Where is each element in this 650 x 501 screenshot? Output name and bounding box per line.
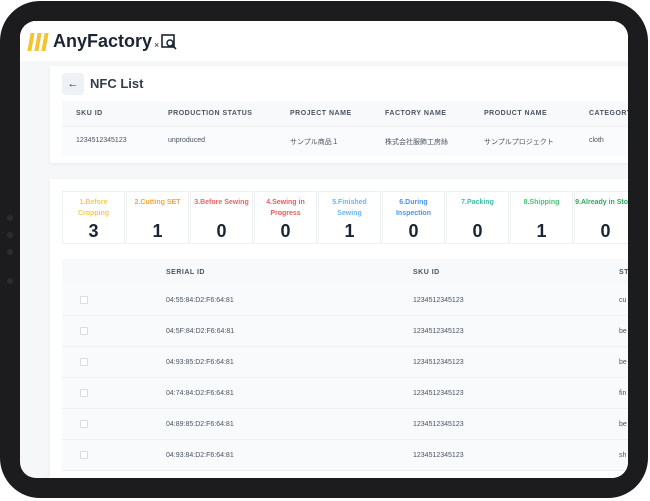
sku-cell: サンプルプロジェクト: [484, 139, 554, 146]
status: fin: [619, 390, 627, 397]
tablet-frame: AnyFactory × ← NFC List SKU ID 1234512345…: [0, 1, 648, 498]
sku-cell: unproduced: [168, 137, 205, 144]
status-label: 5.Finished Sewing: [332, 199, 367, 217]
row-checkbox[interactable]: [80, 420, 88, 428]
status-count: 0: [472, 221, 483, 241]
serial-id: 04:93:84:D2:F6:64:81: [166, 452, 234, 459]
status: be: [619, 328, 627, 335]
sku-col-header[interactable]: FACTORY NAME: [385, 110, 447, 117]
status-count: 1: [344, 221, 355, 241]
row-checkbox[interactable]: [80, 451, 88, 459]
brand-suffix: ×: [154, 39, 160, 50]
row-checkbox[interactable]: [80, 296, 88, 304]
status: be: [619, 421, 627, 428]
serial-id: 04:93:85:D2:F6:64:81: [166, 359, 234, 366]
camera-dot: [7, 278, 13, 284]
status: sh: [619, 452, 627, 459]
sku-id: 1234512345123: [413, 452, 464, 459]
table-row[interactable]: 04:93:85:D2:F6:64:81 1234512345123 be: [62, 347, 628, 378]
status-card[interactable]: 1.Before Cropping 3: [62, 191, 125, 244]
app-header: AnyFactory ×: [20, 21, 628, 61]
status-card[interactable]: 9.Already in Stock 0: [574, 191, 628, 244]
status-count: 1: [152, 221, 163, 241]
page-title: NFC List: [90, 76, 144, 91]
col-sku-id[interactable]: SKU ID: [413, 269, 440, 276]
sku-col-header[interactable]: PRODUCT NAME: [484, 110, 547, 117]
sku-id: 1234512345123: [413, 421, 464, 428]
serial-id: 04:55:84:D2:F6:64:81: [166, 297, 234, 304]
sku-col-header[interactable]: PRODUCTION STATUS: [168, 110, 252, 117]
camera-dot: [7, 232, 13, 238]
sku-cell: 1234512345123: [76, 137, 127, 144]
status-card[interactable]: 5.Finished Sewing 1: [318, 191, 381, 244]
arrow-left-icon: ←: [67, 78, 79, 90]
logo[interactable]: AnyFactory ×: [27, 31, 177, 52]
sku-cell: サンプル商品１: [290, 139, 339, 146]
camera-dot: [7, 249, 13, 255]
status-count: 0: [216, 221, 227, 241]
status-card[interactable]: 7.Packing 0: [446, 191, 509, 244]
sku-col-header[interactable]: PROJECT NAME: [290, 110, 352, 117]
table-row[interactable]: 04:89:85:D2:F6:64:81 1234512345123 be: [62, 409, 628, 440]
nfc-search-icon: [161, 33, 177, 50]
status-card[interactable]: 6.During Inspection 0: [382, 191, 445, 244]
status-label: 4.Sewing in Progress: [266, 199, 305, 217]
serial-id: 04:5F:84:D2:F6:64:81: [166, 328, 235, 335]
table-row[interactable]: 04:93:84:D2:F6:64:81 1234512345123 sh: [62, 440, 628, 471]
sku-id: 1234512345123: [413, 390, 464, 397]
camera-dot: [7, 215, 13, 221]
row-checkbox[interactable]: [80, 358, 88, 366]
brand-name: AnyFactory: [53, 31, 153, 51]
status-label: 1.Before Cropping: [77, 199, 110, 217]
status-label: 9.Already in Stock: [575, 199, 628, 206]
table-row[interactable]: 04:74:84:D2:F6:64:81 1234512345123 fin: [62, 378, 628, 409]
sku-id: 1234512345123: [413, 328, 464, 335]
status: be: [619, 359, 627, 366]
serial-id: 04:74:84:D2:F6:64:81: [166, 390, 234, 397]
sku-col-header[interactable]: SKU ID: [76, 110, 103, 117]
status-card[interactable]: 8.Shipping 1: [510, 191, 573, 244]
status-count: 3: [88, 221, 99, 241]
status-label: 8.Shipping: [523, 199, 560, 206]
status-label: 7.Packing: [461, 199, 494, 206]
status-label: 2.Cutting SET: [134, 199, 181, 206]
row-checkbox[interactable]: [80, 327, 88, 335]
row-checkbox[interactable]: [80, 389, 88, 397]
status-count: 0: [600, 221, 611, 241]
table-row[interactable]: 04:5F:84:D2:F6:64:81 1234512345123 be: [62, 316, 628, 347]
sku-cell: cloth: [589, 137, 604, 144]
status-label: 3.Before Sewing: [194, 199, 249, 206]
status-card[interactable]: 3.Before Sewing 0: [190, 191, 253, 244]
sku-col-header[interactable]: CATEGORY: [589, 110, 628, 117]
status-card[interactable]: 2.Cutting SET 1: [126, 191, 189, 244]
sku-id: 1234512345123: [413, 359, 464, 366]
nfc-table-header: SERIAL ID SKU ID ST: [62, 259, 628, 285]
col-serial-id[interactable]: SERIAL ID: [166, 269, 205, 276]
sku-cell: 株式会社服飾工房絲: [385, 139, 448, 146]
status-count: 0: [408, 221, 419, 241]
status-card[interactable]: 4.Sewing in Progress 0: [254, 191, 317, 244]
back-button[interactable]: ←: [62, 73, 84, 95]
screen: AnyFactory × ← NFC List SKU ID 1234512345…: [20, 21, 628, 478]
serial-id: 04:89:85:D2:F6:64:81: [166, 421, 234, 428]
table-row[interactable]: 04:55:84:D2:F6:64:81 1234512345123 cu: [62, 285, 628, 316]
col-status[interactable]: ST: [619, 269, 628, 276]
status-label: 6.During Inspection: [395, 199, 431, 217]
sku-id: 1234512345123: [413, 297, 464, 304]
status: cu: [619, 297, 627, 304]
status-count: 0: [280, 221, 291, 241]
status-count: 1: [536, 221, 547, 241]
